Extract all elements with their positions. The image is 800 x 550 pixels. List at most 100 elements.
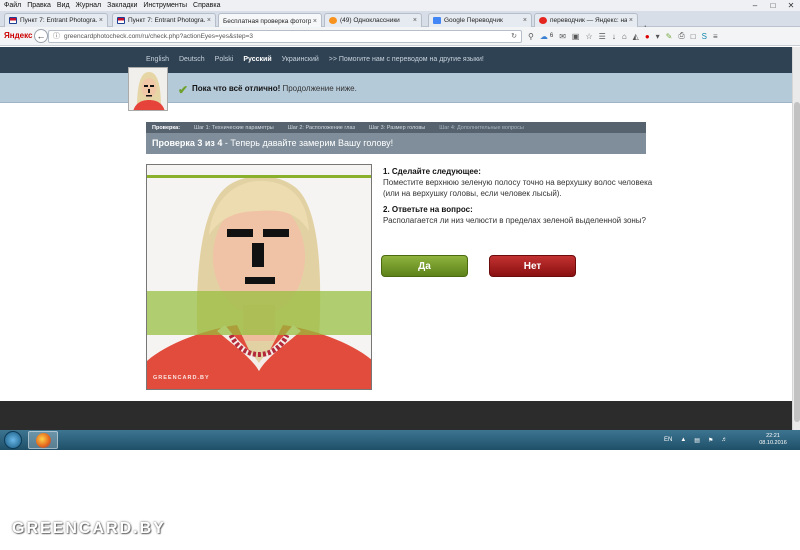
toolbar: ⚲ ☁ 6 ✉ ▣ ☆ ☰ ↓ ⌂ ◭ ● ▾ ✎ ⎙ □ S ≡: [528, 29, 724, 43]
lang-ukrainian[interactable]: Украинский: [282, 56, 319, 63]
language-bar: English Deutsch Polski Русский Украински…: [0, 47, 792, 73]
question-2-body: Располагается ли низ челюсти в пределах …: [383, 216, 647, 225]
menu-help[interactable]: Справка: [193, 2, 220, 9]
yandex-logo[interactable]: Яндекс: [4, 31, 32, 40]
home-icon[interactable]: ⌂: [622, 32, 627, 41]
google-translate-icon: [433, 17, 441, 24]
menu-view[interactable]: Вид: [57, 2, 70, 9]
question-1-title: 1. Сделайте следующее:: [383, 167, 481, 176]
status-bold: Пока что всё отлично!: [192, 84, 281, 93]
menu-bookmarks[interactable]: Закладки: [107, 2, 137, 9]
volume-icon[interactable]: ♬: [721, 437, 727, 443]
mail-icon[interactable]: ✉: [559, 32, 566, 41]
firefox-icon: [36, 433, 51, 448]
close-tab-icon[interactable]: ×: [523, 17, 527, 24]
close-icon[interactable]: ✕: [782, 0, 800, 11]
print-icon[interactable]: ⎙: [678, 31, 684, 41]
windows-start-icon[interactable]: [4, 431, 22, 449]
avatar: [128, 67, 168, 111]
us-flag-icon: [117, 17, 125, 24]
step-4: Шаг 4: Дополнительные вопросы: [439, 124, 524, 131]
no-button[interactable]: Нет: [489, 255, 576, 277]
menu-icon[interactable]: ≡: [713, 32, 718, 41]
info-icon[interactable]: ⓘ: [53, 31, 60, 43]
yes-button[interactable]: Да: [381, 255, 468, 277]
step-header-bold: Проверка 3 из 4: [152, 138, 223, 148]
question-2-title: 2. Ответьте на вопрос:: [383, 205, 473, 214]
address-bar[interactable]: ⓘ greencardphotocheck.com/ru/check.php?a…: [48, 30, 522, 43]
search-icon[interactable]: ⚲: [528, 32, 534, 41]
instructions: 1. Сделайте следующее: Поместите верхнюю…: [383, 167, 653, 232]
clock-time: 22:21: [766, 433, 780, 439]
checkmark-icon: ✔: [178, 83, 189, 97]
adblock-icon[interactable]: ●: [645, 32, 650, 41]
lang-deutsch[interactable]: Deutsch: [179, 56, 205, 63]
portrait-photo: [147, 165, 371, 389]
firefox-taskbar-button[interactable]: [28, 431, 58, 449]
tab-label: переводчик — Яндекс: на...: [550, 17, 627, 24]
skype-icon[interactable]: S: [702, 32, 707, 41]
extension-icon[interactable]: ✎: [666, 32, 673, 41]
reading-list-icon[interactable]: ☰: [599, 32, 606, 41]
page-footer: [0, 401, 792, 430]
status-band: [0, 73, 792, 103]
clock[interactable]: 22:21 08.10.2016: [758, 433, 788, 447]
step-2: Шаг 2: Расположение глаз: [287, 124, 356, 131]
step-header: Проверка 3 из 4 - Теперь давайте замерим…: [146, 133, 646, 154]
step-header-rest: - Теперь давайте замерим Вашу голову!: [222, 138, 394, 148]
menu-file[interactable]: Файл: [4, 2, 21, 9]
url-text[interactable]: greencardphotocheck.com/ru/check.php?act…: [64, 31, 253, 43]
tab-yandex-translator[interactable]: переводчик — Яндекс: на... ×: [534, 13, 638, 27]
vertical-scrollbar[interactable]: [792, 47, 800, 430]
minimize-icon[interactable]: –: [746, 0, 764, 11]
close-tab-icon[interactable]: ×: [207, 17, 211, 24]
menu-tools[interactable]: Инструменты: [143, 2, 187, 9]
window-controls: – □ ✕: [746, 0, 800, 11]
step-1: Шаг 1: Технические параметры: [194, 124, 274, 131]
flag-icon[interactable]: ⚑: [708, 437, 713, 444]
pocket-icon[interactable]: ◭: [633, 32, 639, 41]
tab-greencard-check[interactable]: Бесплатная проверка фотогр... ×: [218, 13, 322, 28]
maximize-icon[interactable]: □: [764, 0, 782, 11]
steps-label: Проверка:: [152, 124, 181, 131]
lang-english[interactable]: English: [146, 56, 169, 63]
tab-label: Пункт 7: Entrant Photogra...: [128, 17, 205, 24]
scrollbar-thumb[interactable]: [794, 102, 800, 422]
star-icon[interactable]: ☆: [585, 32, 592, 41]
clock-date: 08.10.2016: [759, 440, 787, 446]
reload-icon[interactable]: ↻: [511, 31, 517, 43]
tab-label: Google Переводчик: [444, 17, 503, 24]
menu-bar: Файл Правка Вид Журнал Закладки Инструме…: [0, 0, 800, 11]
disk-icon[interactable]: ▣: [572, 32, 580, 41]
lang-russian[interactable]: Русский: [243, 56, 271, 63]
dropdown-icon[interactable]: ▾: [656, 32, 660, 41]
network-icon[interactable]: ▤: [694, 437, 700, 444]
tab-odnoklassniki[interactable]: (49) Одноклассники ×: [324, 13, 422, 27]
back-button[interactable]: ←: [34, 29, 48, 43]
close-tab-icon[interactable]: ×: [413, 17, 417, 24]
yandex-icon: [539, 17, 547, 24]
close-tab-icon[interactable]: ×: [629, 17, 633, 24]
tab-entrant-photo-1[interactable]: Пункт 7: Entrant Photogra... ×: [4, 13, 108, 27]
chin-zone: [147, 291, 371, 335]
menu-history[interactable]: Журнал: [76, 2, 102, 9]
help-translate-link[interactable]: >> Помогите нам с переводом на другие яз…: [329, 56, 484, 63]
chevron-up-icon[interactable]: ▲: [680, 437, 686, 443]
input-language[interactable]: EN: [664, 437, 672, 443]
tab-entrant-photo-2[interactable]: Пункт 7: Entrant Photogra... ×: [112, 13, 216, 27]
cloud-icon[interactable]: ☁: [540, 32, 548, 41]
top-guide-line[interactable]: [147, 175, 371, 178]
close-tab-icon[interactable]: ×: [313, 18, 317, 25]
tab-label: Пункт 7: Entrant Photogra...: [20, 17, 97, 24]
language-list: English Deutsch Polski Русский Украински…: [146, 56, 494, 63]
tab-bar: Пункт 7: Entrant Photogra... × Пункт 7: …: [0, 11, 800, 35]
menu-edit[interactable]: Правка: [27, 2, 51, 9]
close-tab-icon[interactable]: ×: [99, 17, 103, 24]
question-1-body: Поместите верхнюю зеленую полосу точно н…: [383, 178, 653, 198]
navigation-bar: Яндекс ← ⓘ greencardphotocheck.com/ru/ch…: [0, 27, 800, 46]
download-icon[interactable]: ↓: [612, 32, 616, 41]
lang-polski[interactable]: Polski: [215, 56, 234, 63]
screenshot-icon[interactable]: □: [691, 32, 696, 41]
us-flag-icon: [9, 17, 17, 24]
tab-google-translate[interactable]: Google Переводчик ×: [428, 13, 532, 27]
